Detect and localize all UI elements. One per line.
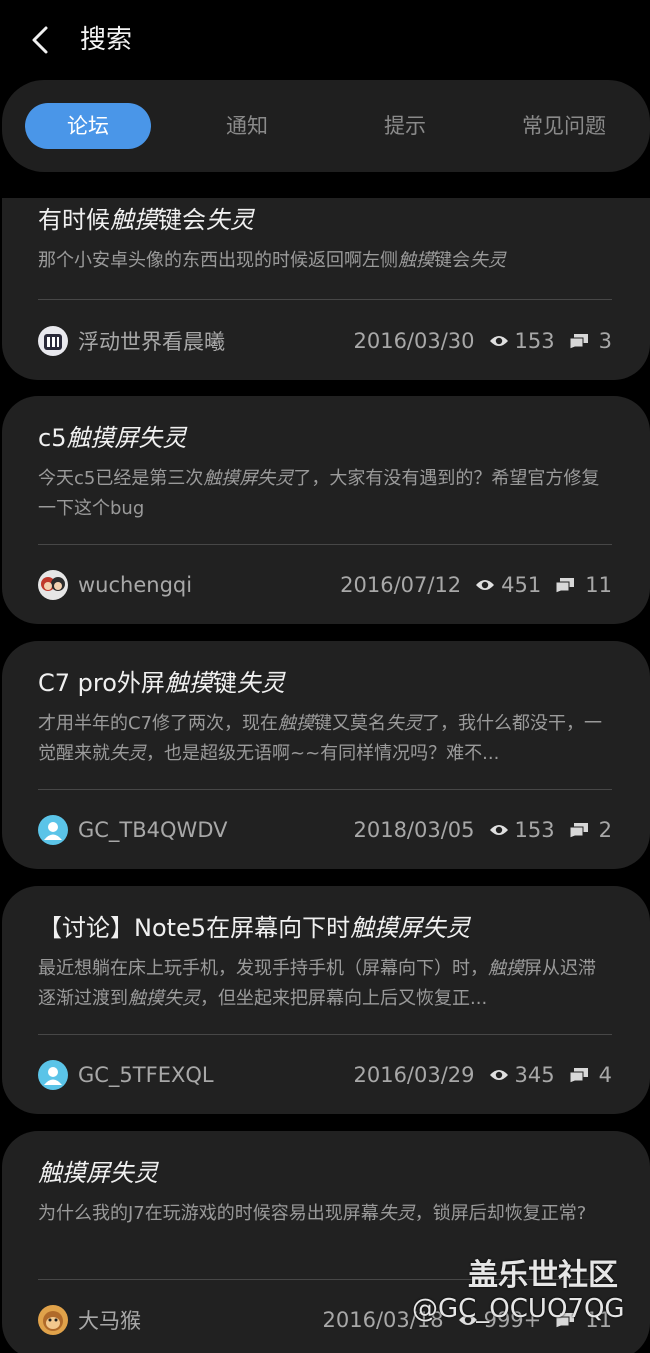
user-avatar-icon[interactable] [38, 570, 68, 600]
results-list: 有时候触摸键会失灵 那个小安卓头像的东西出现的时候返回啊左侧触摸键会失灵 浮动世… [0, 198, 650, 1353]
divider [38, 544, 612, 545]
watermark-brand: 盖乐世社区 [468, 1258, 618, 1293]
post-title: 触摸屏失灵 [38, 1159, 158, 1187]
divider [38, 1034, 612, 1035]
back-arrow-icon[interactable] [24, 22, 60, 58]
divider [38, 299, 612, 300]
comment-icon [569, 823, 588, 838]
eye-icon [489, 336, 508, 346]
divider [38, 789, 612, 790]
post-card[interactable]: c5触摸屏失灵 今天c5已经是第三次触摸屏失灵了，大家有没有遇到的？希望官方修复… [2, 396, 650, 624]
post-meta: GC_TB4QWDV 2018/03/05 153 2 [38, 813, 612, 847]
default-avatar-icon[interactable] [38, 815, 68, 845]
view-count: 345 [514, 1063, 555, 1087]
post-meta: 浮动世界看晨曦 2016/03/30 153 3 [38, 324, 612, 358]
post-author[interactable]: 大马猴 [78, 1305, 323, 1335]
view-count: 153 [514, 329, 555, 353]
comment-icon [569, 334, 588, 349]
post-snippet: 最近想躺在床上玩手机，发现手持手机（屏幕向下）时，触摸屏从迟滞逐渐过渡到触摸失灵… [38, 958, 596, 1009]
tab-notices[interactable]: 通知 [197, 103, 297, 149]
post-date: 2016/07/12 [340, 573, 462, 597]
comment-icon [555, 578, 575, 593]
watermark-user: @GC_OCUO7QG [412, 1294, 625, 1324]
tab-faq[interactable]: 常见问题 [502, 103, 626, 149]
eye-icon [476, 580, 495, 590]
top-bar: 搜索 [0, 0, 650, 80]
post-title: 有时候触摸键会失灵 [38, 206, 254, 234]
post-date: 2018/03/05 [353, 818, 475, 842]
post-date: 2016/03/29 [353, 1063, 475, 1087]
post-snippet: 今天c5已经是第三次触摸屏失灵了，大家有没有遇到的？希望官方修复一下这个bug [38, 468, 600, 519]
post-meta: GC_5TFEXQL 2016/03/29 345 4 [38, 1058, 612, 1092]
post-card[interactable]: 有时候触摸键会失灵 那个小安卓头像的东西出现的时候返回啊左侧触摸键会失灵 浮动世… [2, 198, 650, 380]
post-date: 2016/03/30 [353, 329, 475, 353]
tab-tips[interactable]: 提示 [355, 103, 455, 149]
comment-icon [569, 1068, 588, 1083]
comment-count: 11 [585, 573, 612, 597]
page-title: 搜索 [80, 25, 133, 55]
view-count: 153 [514, 818, 555, 842]
default-avatar-icon[interactable] [38, 1060, 68, 1090]
post-title: c5触摸屏失灵 [38, 424, 187, 452]
post-card[interactable]: C7 pro外屏触摸键失灵 才用半年的C7修了两次，现在触摸键又莫名失灵了，我什… [2, 641, 650, 869]
comment-count: 3 [598, 329, 612, 353]
post-title: 【讨论】Note5在屏幕向下时触摸屏失灵 [38, 914, 471, 942]
post-snippet: 那个小安卓头像的东西出现的时候返回啊左侧触摸键会失灵 [38, 250, 506, 271]
tab-forum[interactable]: 论坛 [25, 103, 151, 149]
monkey-avatar-icon[interactable] [38, 1305, 68, 1335]
post-author[interactable]: GC_5TFEXQL [78, 1063, 353, 1087]
post-author[interactable]: 浮动世界看晨曦 [78, 326, 353, 356]
comment-count: 2 [598, 818, 612, 842]
view-count: 451 [501, 573, 542, 597]
post-meta: wuchengqi 2016/07/12 451 11 [38, 568, 612, 602]
post-snippet: 为什么我的J7在玩游戏的时候容易出现屏幕失灵，锁屏后却恢复正常? [38, 1203, 587, 1224]
post-snippet: 才用半年的C7修了两次，现在触摸键又莫名失灵了，我什么都没干，一觉醒来就失灵，也… [38, 713, 603, 764]
post-author[interactable]: wuchengqi [78, 573, 340, 597]
eye-icon [489, 825, 508, 835]
comment-count: 4 [598, 1063, 612, 1087]
eye-icon [489, 1070, 508, 1080]
user-avatar-icon[interactable] [38, 326, 68, 356]
tab-bar: 论坛 通知 提示 常见问题 [2, 80, 650, 172]
post-title: C7 pro外屏触摸键失灵 [38, 669, 285, 697]
post-author[interactable]: GC_TB4QWDV [78, 818, 353, 842]
post-card[interactable]: 【讨论】Note5在屏幕向下时触摸屏失灵 最近想躺在床上玩手机，发现手持手机（屏… [2, 886, 650, 1114]
